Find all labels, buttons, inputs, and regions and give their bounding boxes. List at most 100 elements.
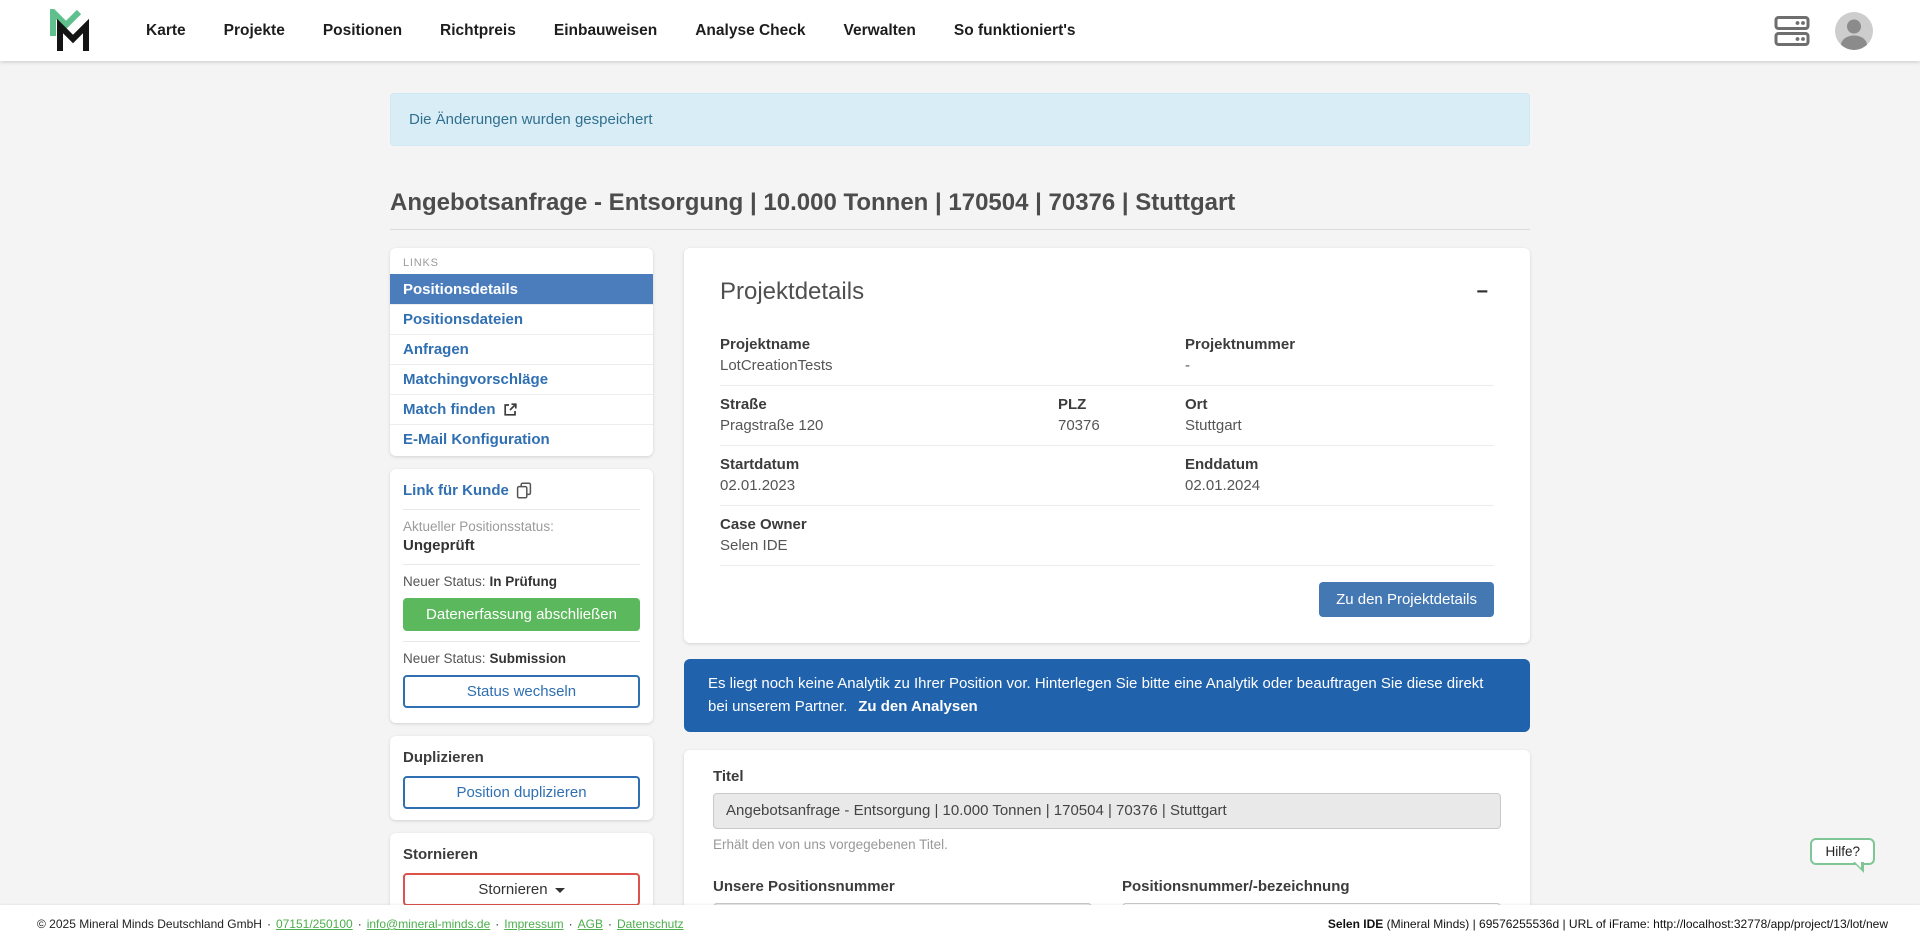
footer-separator: ·: [569, 917, 573, 931]
page-title: Angebotsanfrage - Entsorgung | 10.000 To…: [390, 189, 1530, 230]
projektname-label: Projektname: [720, 336, 1185, 353]
startdatum-label: Startdatum: [720, 456, 1185, 473]
new-status-block-2: Neuer Status: Submission Status wechseln: [403, 641, 640, 712]
footer-separator: ·: [267, 917, 271, 931]
logo-icon: [46, 9, 92, 53]
new-status-value: In Prüfung: [490, 574, 558, 589]
nav-item-so-funktionierts[interactable]: So funktioniert's: [954, 22, 1076, 40]
ort-label: Ort: [1185, 396, 1494, 413]
projektnummer-label: Projektnummer: [1185, 336, 1494, 353]
startdatum-value: 02.01.2023: [720, 477, 1185, 494]
session-details: (Mineral Minds) | 69576255536d | URL of …: [1383, 917, 1888, 931]
sidebar-item-label: Matchingvorschläge: [403, 371, 548, 388]
duplicate-panel: Duplizieren Position duplizieren: [390, 736, 653, 820]
alert-message: Die Änderungen wurden gespeichert: [409, 111, 653, 128]
project-row-name-number: Projektname LotCreationTests Projektnumm…: [720, 326, 1494, 385]
strasse-label: Straße: [720, 396, 1058, 413]
footer-separator: ·: [495, 917, 499, 931]
go-to-project-details-button[interactable]: Zu den Projektdetails: [1319, 582, 1494, 617]
nav-item-positionen[interactable]: Positionen: [323, 22, 402, 40]
position-number-label: Positionsnummer/-bezeichnung: [1122, 878, 1501, 895]
mineral-minds-logo[interactable]: [46, 9, 92, 53]
sidebar: LINKS Positionsdetails Positionsdateien …: [390, 248, 653, 917]
enddatum-label: Enddatum: [1185, 456, 1494, 473]
strasse-value: Pragstraße 120: [720, 417, 1058, 434]
current-status-value: Ungeprüft: [403, 537, 640, 554]
switch-status-button[interactable]: Status wechseln: [403, 675, 640, 708]
sidebar-item-anfragen[interactable]: Anfragen: [390, 334, 653, 364]
footer-email-link[interactable]: info@mineral-minds.de: [367, 917, 491, 931]
nav-item-karte[interactable]: Karte: [146, 22, 186, 40]
plz-value: 70376: [1058, 417, 1185, 434]
footer-copyright: © 2025 Mineral Minds Deutschland GmbH: [37, 917, 262, 931]
project-row-owner: Case Owner Selen IDE: [720, 505, 1494, 565]
footer: © 2025 Mineral Minds Deutschland GmbH · …: [0, 905, 1920, 943]
sidebar-item-match-finden[interactable]: Match finden: [390, 394, 653, 424]
our-position-number-label: Unsere Positionsnummer: [713, 878, 1092, 895]
case-owner-value: Selen IDE: [720, 537, 1494, 554]
new-status-value: Submission: [490, 651, 567, 666]
nav-item-verwalten[interactable]: Verwalten: [844, 22, 916, 40]
current-status-label: Aktueller Positionsstatus:: [403, 519, 640, 534]
projektname-value: LotCreationTests: [720, 357, 1185, 374]
nav-item-richtpreis[interactable]: Richtpreis: [440, 22, 516, 40]
copy-icon: [516, 482, 532, 499]
plz-label: PLZ: [1058, 396, 1185, 413]
titel-label: Titel: [713, 768, 1501, 785]
sidebar-item-positionsdateien[interactable]: Positionsdateien: [390, 304, 653, 334]
nav-item-analyse-check[interactable]: Analyse Check: [695, 22, 805, 40]
links-panel: LINKS Positionsdetails Positionsdateien …: [390, 248, 653, 456]
footer-separator: ·: [608, 917, 612, 931]
new-status-label: Neuer Status:: [403, 574, 486, 589]
footer-separator: ·: [358, 917, 362, 931]
sidebar-item-label: E-Mail Konfiguration: [403, 431, 550, 448]
sidebar-item-label: Positionsdetails: [403, 281, 518, 298]
main-nav: Karte Projekte Positionen Richtpreis Ein…: [146, 22, 1076, 40]
external-link-icon: [503, 402, 518, 417]
status-panel: Link für Kunde Aktueller Positionsstatus…: [390, 469, 653, 723]
user-avatar-icon[interactable]: [1834, 11, 1874, 51]
server-icon[interactable]: [1774, 14, 1810, 48]
cancel-panel-title: Stornieren: [403, 846, 640, 863]
links-panel-header: LINKS: [390, 248, 653, 274]
new-status-label: Neuer Status:: [403, 651, 486, 666]
sidebar-item-label: Positionsdateien: [403, 311, 523, 328]
project-row-address: Straße Pragstraße 120 PLZ 70376 Ort Stut…: [720, 385, 1494, 445]
titel-input: [713, 793, 1501, 829]
enddatum-value: 02.01.2024: [1185, 477, 1494, 494]
footer-datenschutz-link[interactable]: Datenschutz: [617, 917, 684, 931]
new-status-block-1: Neuer Status: In Prüfung Datenerfassung a…: [403, 564, 640, 641]
sidebar-item-label: Anfragen: [403, 341, 469, 358]
case-owner-label: Case Owner: [720, 516, 1494, 533]
nav-item-einbauweisen[interactable]: Einbauweisen: [554, 22, 657, 40]
cancel-button-label: Stornieren: [478, 881, 547, 898]
go-to-analyses-link[interactable]: Zu den Analysen: [858, 698, 977, 715]
footer-impressum-link[interactable]: Impressum: [504, 917, 563, 931]
sidebar-item-positionsdetails[interactable]: Positionsdetails: [390, 274, 653, 304]
footer-phone-link[interactable]: 07151/250100: [276, 917, 353, 931]
projektnummer-value: -: [1185, 357, 1494, 374]
collapse-card-button[interactable]: −: [1470, 278, 1494, 306]
ort-value: Stuttgart: [1185, 417, 1494, 434]
footer-left: © 2025 Mineral Minds Deutschland GmbH · …: [37, 917, 684, 931]
save-success-alert: Die Änderungen wurden gespeichert: [390, 93, 1530, 146]
duplicate-panel-title: Duplizieren: [403, 749, 640, 766]
project-details-title: Projektdetails: [720, 278, 864, 306]
session-user: Selen IDE: [1328, 917, 1383, 931]
project-details-card: Projektdetails − Projektname LotCreation…: [684, 248, 1530, 643]
caret-down-icon: [555, 888, 565, 893]
sidebar-item-label: Match finden: [403, 401, 496, 418]
project-row-dates: Startdatum 02.01.2023 Enddatum 02.01.202…: [720, 445, 1494, 505]
footer-agb-link[interactable]: AGB: [578, 917, 603, 931]
cancel-dropdown-button[interactable]: Stornieren: [403, 873, 640, 906]
main-content: Projektdetails − Projektname LotCreation…: [684, 248, 1530, 943]
customer-link[interactable]: Link für Kunde: [403, 480, 640, 509]
duplicate-position-button[interactable]: Position duplizieren: [403, 776, 640, 809]
sidebar-item-matchingvorschlaege[interactable]: Matchingvorschläge: [390, 364, 653, 394]
customer-link-label: Link für Kunde: [403, 482, 509, 499]
sidebar-item-email-konfiguration[interactable]: E-Mail Konfiguration: [390, 424, 653, 454]
current-status-block: Aktueller Positionsstatus: Ungeprüft: [403, 509, 640, 564]
complete-data-entry-button[interactable]: Datenerfassung abschließen: [403, 598, 640, 631]
nav-item-projekte[interactable]: Projekte: [224, 22, 285, 40]
help-button[interactable]: Hilfe?: [1810, 838, 1875, 865]
